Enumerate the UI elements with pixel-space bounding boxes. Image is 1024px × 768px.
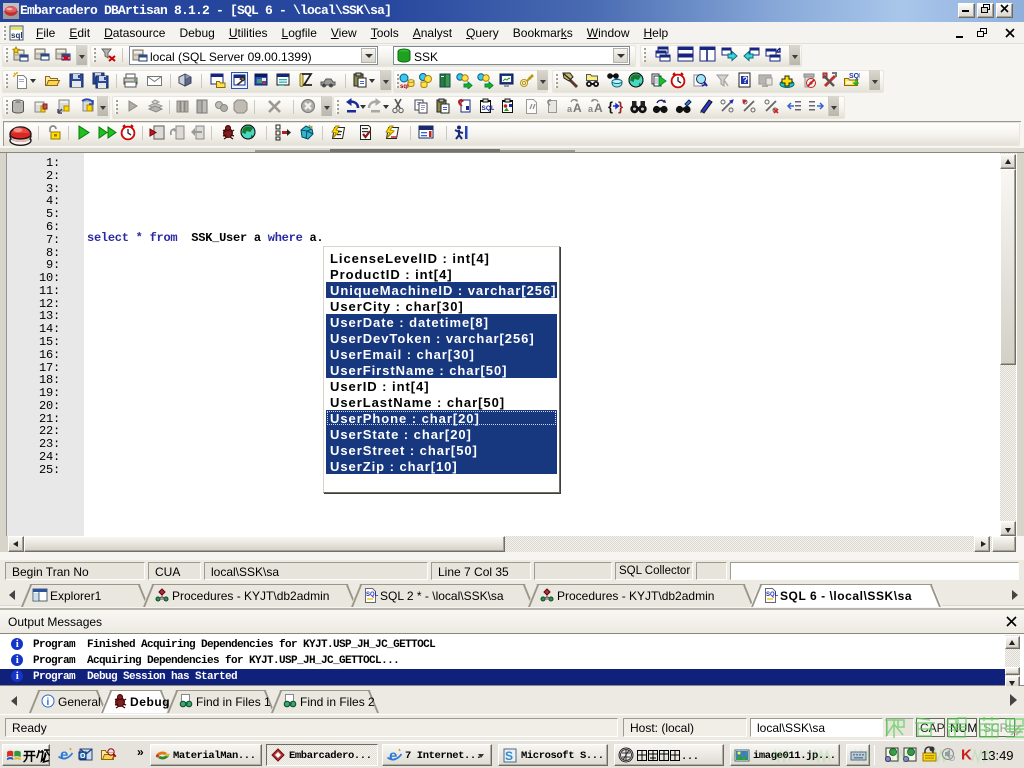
svg-text:S: S <box>505 749 513 763</box>
svg-text:SQL: SQL <box>366 592 379 598</box>
svg-text:O: O <box>80 753 86 760</box>
svg-text:A: A <box>573 101 582 115</box>
svg-text:sql: sql <box>11 31 23 40</box>
svg-text:sql: sql <box>400 84 409 89</box>
svg-text:i: i <box>47 697 50 708</box>
svg-text:e: e <box>389 748 397 765</box>
svg-text:e: e <box>60 747 68 764</box>
svg-text:SQL: SQL <box>766 592 779 598</box>
svg-text:SQL: SQL <box>849 73 860 80</box>
svg-text:A: A <box>594 101 603 115</box>
svg-text:{: { <box>608 99 613 114</box>
svg-text:SQL: SQL <box>482 105 495 112</box>
svg-text:?: ? <box>743 75 749 85</box>
